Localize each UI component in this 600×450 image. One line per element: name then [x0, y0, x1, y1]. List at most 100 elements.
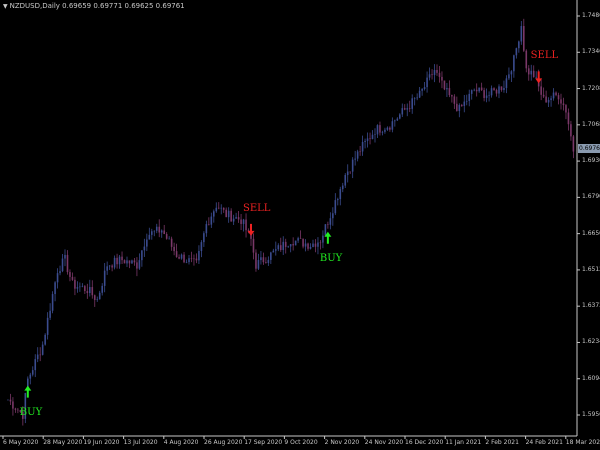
- candle-body: [96, 299, 99, 300]
- buy-signal-label: BUY: [319, 252, 343, 264]
- candle-body: [312, 243, 314, 248]
- candle-body: [386, 127, 389, 130]
- candle-body: [98, 292, 101, 300]
- price-tick-label: 1.67900: [582, 193, 600, 201]
- candle-body: [480, 87, 483, 91]
- candle-body: [332, 213, 334, 219]
- candles: [7, 18, 575, 426]
- candle-body: [359, 151, 361, 153]
- candle-body: [421, 88, 423, 91]
- candle-body: [461, 104, 463, 106]
- candle-body: [500, 86, 503, 90]
- candle-body: [562, 103, 565, 106]
- candle-body: [247, 230, 250, 231]
- candle-body: [379, 125, 381, 133]
- candle-body: [86, 291, 89, 294]
- candle-body: [74, 279, 76, 289]
- candle-body: [46, 317, 49, 335]
- candle-body: [188, 258, 190, 263]
- candle-body: [262, 257, 265, 263]
- candle-body: [555, 92, 557, 96]
- candle-body: [200, 242, 203, 251]
- candle-body: [265, 262, 267, 263]
- candle-body: [71, 276, 74, 280]
- candle-body: [146, 239, 148, 247]
- candle-body: [473, 89, 475, 91]
- candle-body: [483, 90, 485, 98]
- candle-body: [317, 242, 319, 247]
- candle-body: [39, 354, 41, 356]
- candle-body: [81, 286, 84, 287]
- price-tick-label: 1.72080: [582, 84, 600, 92]
- candle-body: [376, 125, 379, 135]
- candle-body: [44, 334, 46, 345]
- candle-body: [337, 199, 339, 201]
- candle-body: [366, 138, 369, 141]
- candle-body: [54, 282, 56, 295]
- candle-body: [354, 158, 356, 160]
- candle-body: [220, 207, 223, 209]
- candle-body: [138, 260, 141, 269]
- candle-body: [530, 70, 533, 75]
- candle-body: [165, 234, 168, 239]
- candle-body: [128, 260, 131, 264]
- candle-body: [505, 78, 508, 88]
- candle-body: [183, 254, 185, 263]
- candle-body: [126, 260, 128, 264]
- candle-body: [215, 207, 218, 212]
- candle-body: [173, 246, 175, 252]
- candle-body: [79, 286, 81, 288]
- candle-body: [406, 108, 409, 110]
- candle-body: [327, 224, 329, 225]
- candle-body: [190, 258, 193, 259]
- candle-body: [356, 151, 359, 159]
- candle-body: [394, 120, 396, 122]
- chart-title: ▼ NZDUSD,Daily 0.69659 0.69771 0.69625 0.…: [3, 2, 185, 10]
- candle-body: [384, 129, 386, 132]
- candle-body: [565, 105, 567, 113]
- chart-window[interactable]: ▼ NZDUSD,Daily 0.69659 0.69771 0.69625 0.…: [0, 0, 600, 450]
- candle-body: [567, 112, 570, 125]
- candle-body: [267, 259, 270, 263]
- candle-body: [131, 260, 133, 264]
- candle-body: [324, 224, 327, 236]
- candle-body: [339, 189, 342, 200]
- candle-body: [203, 233, 205, 243]
- price-tick-label: 1.60940: [582, 374, 600, 382]
- candle-body: [572, 136, 575, 152]
- date-tick-label: 28 May 2020: [43, 439, 83, 446]
- candle-body: [401, 108, 404, 115]
- candle-body: [314, 243, 317, 247]
- date-tick-label: 16 Dec 2020: [405, 439, 444, 446]
- buy-signal-label: BUY: [19, 406, 43, 418]
- price-tick-label: 1.66500: [582, 229, 600, 237]
- price-chart[interactable]: [0, 0, 600, 450]
- candle-body: [515, 48, 518, 56]
- candle-body: [76, 287, 79, 289]
- candle-body: [545, 96, 547, 103]
- candle-body: [351, 159, 354, 172]
- candle-body: [304, 243, 307, 247]
- candle-body: [453, 96, 456, 104]
- date-tick-label: 17 Sep 2020: [244, 439, 283, 446]
- collapse-triangle-icon[interactable]: ▼: [3, 3, 8, 10]
- candle-body: [89, 287, 91, 294]
- candle-body: [297, 238, 299, 241]
- candle-body: [255, 252, 257, 269]
- candle-body: [523, 26, 525, 51]
- candle-body: [525, 50, 528, 69]
- candle-body: [153, 230, 156, 232]
- candle-body: [257, 260, 260, 269]
- candle-body: [364, 140, 366, 142]
- candle-body: [66, 254, 69, 273]
- candle-body: [289, 244, 292, 247]
- candle-body: [113, 257, 116, 268]
- candle-body: [121, 256, 123, 261]
- candle-body: [371, 134, 374, 139]
- candle-body: [230, 210, 232, 222]
- candle-body: [168, 238, 170, 240]
- candle-body: [495, 89, 498, 94]
- price-tick-label: 1.62340: [582, 338, 600, 346]
- candle-body: [391, 121, 394, 130]
- candle-body: [396, 118, 399, 121]
